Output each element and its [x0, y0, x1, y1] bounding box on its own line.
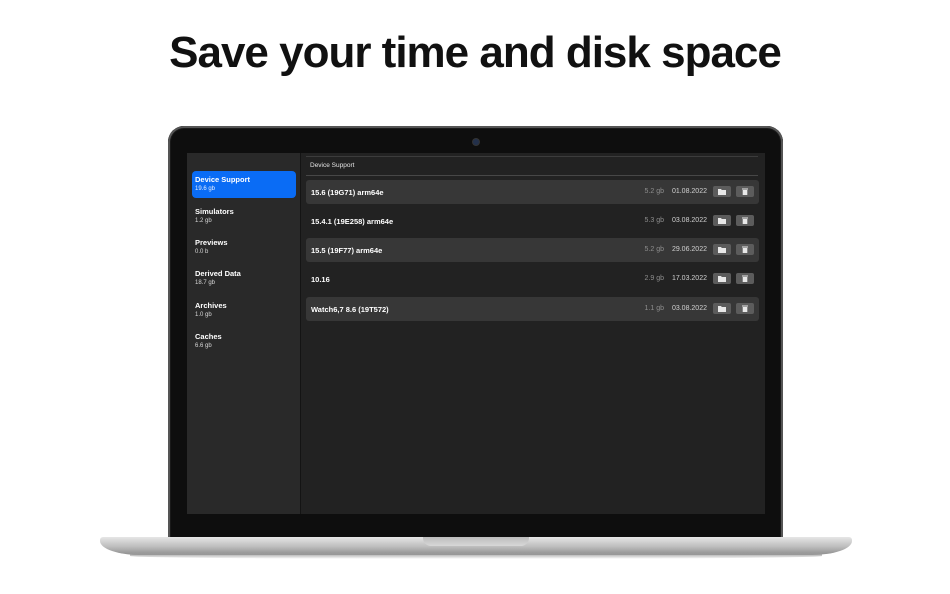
open-folder-button[interactable]	[713, 303, 731, 314]
row-name: 10.16	[311, 275, 330, 284]
row-size: 5.2 gb	[644, 188, 664, 195]
open-folder-button[interactable]	[713, 215, 731, 226]
folder-icon	[718, 247, 726, 253]
open-folder-button[interactable]	[713, 186, 731, 197]
row-date: 29.06.2022	[671, 246, 707, 253]
sidebar-item-size: 1.2 gb	[195, 218, 212, 224]
row-size: 5.3 gb	[644, 217, 664, 224]
sidebar-item-device-support[interactable]: Device Support 19.6 gb	[192, 171, 296, 198]
sidebar-item-derived-data[interactable]: Derived Data 18.7 gb	[192, 265, 296, 292]
divider	[306, 175, 758, 176]
folder-icon	[718, 218, 726, 224]
table-row[interactable]: 15.4.1 (19E258) arm64e 5.3 gb 03.08.2022	[306, 209, 759, 233]
headline: Save your time and disk space	[169, 28, 782, 77]
folder-icon	[718, 306, 726, 312]
camera-icon	[473, 139, 479, 145]
sidebar-item-caches[interactable]: Caches 6.6 gb	[192, 328, 296, 355]
sidebar-item-size: 1.0 gb	[195, 312, 212, 318]
table-row[interactable]: Watch6,7 8.6 (19T572) 1.1 gb 03.08.2022	[306, 297, 759, 321]
table-row[interactable]: 15.6 (19G71) arm64e 5.2 gb 01.08.2022	[306, 180, 759, 204]
trash-icon	[742, 188, 748, 195]
sidebar-item-size: 18.7 gb	[195, 280, 216, 286]
trash-icon	[742, 275, 748, 282]
row-name: Watch6,7 8.6 (19T572)	[311, 305, 389, 314]
folder-icon	[718, 276, 726, 282]
sidebar-item-simulators[interactable]: Simulators 1.2 gb	[192, 203, 296, 230]
row-date: 03.08.2022	[671, 217, 707, 224]
row-name: 15.6 (19G71) arm64e	[311, 188, 384, 197]
sidebar: Device Support 19.6 gb Simulators 1.2 gb…	[187, 153, 301, 514]
trash-icon	[742, 246, 748, 253]
row-date: 03.08.2022	[671, 305, 707, 312]
row-size: 5.2 gb	[644, 246, 664, 253]
row-size: 1.1 gb	[644, 305, 664, 312]
sidebar-item-label: Archives	[195, 301, 227, 310]
sidebar-item-size: 6.6 gb	[195, 343, 212, 349]
table-row[interactable]: 15.5 (19F77) arm64e 5.2 gb 29.06.2022	[306, 238, 759, 262]
content-pane: Device Support 15.6 (19G71) arm64e 5.2 g…	[301, 153, 765, 514]
sidebar-item-previews[interactable]: Previews 0.0 b	[192, 234, 296, 261]
laptop-shadow	[130, 553, 822, 559]
sidebar-item-label: Derived Data	[195, 269, 241, 278]
row-date: 17.03.2022	[671, 275, 707, 282]
open-folder-button[interactable]	[713, 273, 731, 284]
trash-icon	[742, 305, 748, 312]
sidebar-item-label: Simulators	[195, 207, 234, 216]
sidebar-item-size: 0.0 b	[195, 249, 209, 255]
sidebar-item-label: Device Support	[195, 175, 251, 184]
divider	[306, 156, 758, 157]
sidebar-item-label: Previews	[195, 238, 228, 247]
sidebar-item-label: Caches	[195, 332, 222, 341]
table-row[interactable]: 10.16 2.9 gb 17.03.2022	[306, 267, 759, 291]
sidebar-item-size: 19.6 gb	[195, 186, 216, 192]
row-name: 15.4.1 (19E258) arm64e	[311, 217, 394, 226]
row-date: 01.08.2022	[671, 188, 707, 195]
row-size: 2.9 gb	[644, 275, 664, 282]
delete-button[interactable]	[736, 215, 754, 226]
trash-icon	[742, 217, 748, 224]
open-folder-button[interactable]	[713, 244, 731, 255]
sidebar-item-archives[interactable]: Archives 1.0 gb	[192, 297, 296, 324]
delete-button[interactable]	[736, 273, 754, 284]
delete-button[interactable]	[736, 186, 754, 197]
app-window: Device Support 19.6 gb Simulators 1.2 gb…	[187, 153, 765, 514]
laptop-notch	[423, 537, 529, 546]
delete-button[interactable]	[736, 303, 754, 314]
folder-icon	[718, 189, 726, 195]
content-header: Device Support	[310, 162, 355, 169]
delete-button[interactable]	[736, 244, 754, 255]
row-name: 15.5 (19F77) arm64e	[311, 246, 383, 255]
